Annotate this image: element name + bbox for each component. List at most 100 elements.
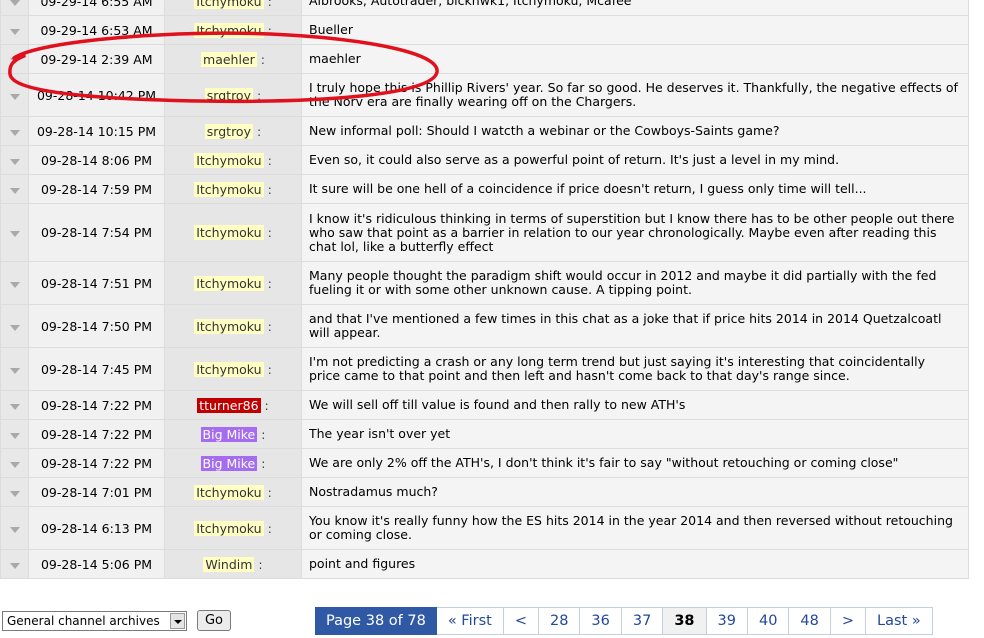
username-link[interactable]: Itchymoku [194, 275, 264, 291]
author-colon: : [261, 455, 266, 471]
chevron-down-icon[interactable] [9, 324, 20, 331]
chevron-down-icon[interactable] [9, 562, 20, 569]
row-menu-toggle[interactable] [1, 146, 28, 174]
row-menu-toggle[interactable] [1, 550, 28, 578]
page-link-40[interactable]: 40 [747, 607, 790, 635]
chat-row: 09-28-14 7:22 PM tturner86 : We will sell … [1, 391, 968, 419]
author-colon: : [264, 397, 269, 413]
chat-row: 09-28-14 10:15 PM srgtroy : New informal p… [1, 117, 968, 145]
chevron-down-icon[interactable] [9, 0, 20, 6]
chevron-down-icon[interactable] [9, 367, 20, 374]
next-page-link[interactable]: > [830, 607, 867, 635]
author-colon: : [260, 51, 265, 67]
username-link[interactable]: Big Mike [200, 455, 258, 471]
chevron-down-icon[interactable] [9, 403, 20, 410]
row-menu-toggle[interactable] [1, 16, 28, 44]
message-author-cell: Itchymoku : [165, 507, 301, 549]
channel-archive-select[interactable]: General channel archives [2, 611, 187, 631]
message-timestamp: 09-28-14 7:01 PM [29, 478, 164, 506]
chevron-down-icon[interactable] [9, 57, 20, 64]
row-menu-toggle[interactable] [1, 0, 28, 15]
chevron-down-icon[interactable] [9, 526, 20, 533]
message-timestamp: 09-28-14 7:22 PM [29, 420, 164, 448]
bottom-bar: General channel archives Go Page 38 of 7… [0, 607, 984, 638]
channel-select-value: General channel archives [7, 614, 160, 628]
last-page-link[interactable]: Last » [866, 607, 933, 635]
chevron-down-icon[interactable] [9, 281, 20, 288]
chat-row: 09-28-14 7:59 PM Itchymoku : It sure will … [1, 175, 968, 203]
current-page: 38 [663, 607, 707, 635]
author-colon: : [261, 426, 266, 442]
message-text: Many people thought the paradigm shift w… [302, 262, 968, 304]
chat-row: 09-28-14 6:13 PM Itchymoku : You know it's… [1, 507, 968, 549]
row-menu-toggle[interactable] [1, 175, 28, 203]
row-menu-toggle[interactable] [1, 45, 28, 73]
row-menu-toggle[interactable] [1, 449, 28, 477]
row-menu-toggle[interactable] [1, 305, 28, 347]
message-author-cell: Big Mike : [165, 420, 301, 448]
chat-row: 09-28-14 7:54 PM Itchymoku :I know it's r… [1, 204, 968, 261]
message-timestamp: 09-29-14 2:39 AM [29, 45, 164, 73]
row-menu-toggle[interactable] [1, 507, 28, 549]
page-link-48[interactable]: 48 [789, 607, 831, 635]
username-link[interactable]: Itchymoku [194, 181, 264, 197]
message-text: Bueller [302, 16, 968, 44]
page-link-36[interactable]: 36 [580, 607, 622, 635]
message-author-cell: Itchymoku : [165, 16, 301, 44]
message-author-cell: Itchymoku : [165, 262, 301, 304]
username-link[interactable]: Itchymoku [194, 152, 264, 168]
chevron-down-icon[interactable] [170, 613, 185, 629]
author-colon: : [258, 556, 263, 572]
chevron-down-icon[interactable] [9, 93, 20, 100]
username-link[interactable]: tturner86 [197, 397, 261, 413]
username-link[interactable]: Windim [203, 556, 255, 572]
chevron-down-icon[interactable] [9, 187, 20, 194]
row-menu-toggle[interactable] [1, 391, 28, 419]
chevron-down-icon[interactable] [9, 231, 20, 237]
row-menu-toggle[interactable] [1, 478, 28, 506]
username-link[interactable]: Itchymoku [194, 520, 264, 536]
go-button[interactable]: Go [197, 610, 231, 631]
username-link[interactable]: Itchymoku [194, 318, 264, 334]
username-link[interactable]: srgtroy [204, 123, 253, 139]
chevron-down-icon[interactable] [9, 432, 20, 439]
username-link[interactable]: Itchymoku [194, 361, 264, 377]
chevron-down-icon[interactable] [9, 28, 20, 35]
username-link[interactable]: Itchymoku [194, 484, 264, 500]
first-page-link[interactable]: « First [436, 607, 504, 635]
message-timestamp: 09-28-14 8:06 PM [29, 146, 164, 174]
row-menu-toggle[interactable] [1, 74, 28, 116]
message-author-cell: Itchymoku : [165, 0, 301, 15]
message-author-cell: Itchymoku : [165, 146, 301, 174]
row-menu-toggle[interactable] [1, 262, 28, 304]
username-link[interactable]: srgtroy [204, 87, 253, 103]
message-author-cell: Itchymoku : [165, 204, 301, 261]
message-author-cell: Itchymoku : [165, 348, 301, 390]
row-menu-toggle[interactable] [1, 204, 28, 261]
row-menu-toggle[interactable] [1, 348, 28, 390]
message-timestamp: 09-28-14 7:22 PM [29, 449, 164, 477]
row-menu-toggle[interactable] [1, 420, 28, 448]
author-colon: : [267, 275, 272, 291]
row-menu-toggle[interactable] [1, 117, 28, 145]
username-link[interactable]: maehler [201, 51, 257, 67]
chevron-down-icon[interactable] [9, 129, 20, 136]
message-timestamp: 09-29-14 6:53 AM [29, 16, 164, 44]
message-author-cell: srgtroy : [165, 74, 301, 116]
message-timestamp: 09-28-14 10:15 PM [29, 117, 164, 145]
chat-row: 09-28-14 5:06 PM Windim : point and figure… [1, 550, 968, 578]
page-link-28[interactable]: 28 [538, 607, 581, 635]
previous-page-link[interactable]: < [503, 607, 539, 635]
message-timestamp: 09-28-14 7:22 PM [29, 391, 164, 419]
page-link-39[interactable]: 39 [706, 607, 748, 635]
chevron-down-icon[interactable] [9, 490, 20, 497]
username-link[interactable]: Itchymoku [194, 225, 264, 240]
username-link[interactable]: Big Mike [200, 426, 258, 442]
chevron-down-icon[interactable] [9, 461, 20, 468]
message-text: I truly hope this is Phillip Rivers' yea… [302, 74, 968, 116]
username-link[interactable]: Itchymoku [194, 22, 264, 38]
chevron-down-icon[interactable] [9, 158, 20, 165]
page-link-37[interactable]: 37 [621, 607, 664, 635]
username-link[interactable]: Itchymoku [194, 0, 264, 9]
author-colon: : [267, 520, 272, 536]
